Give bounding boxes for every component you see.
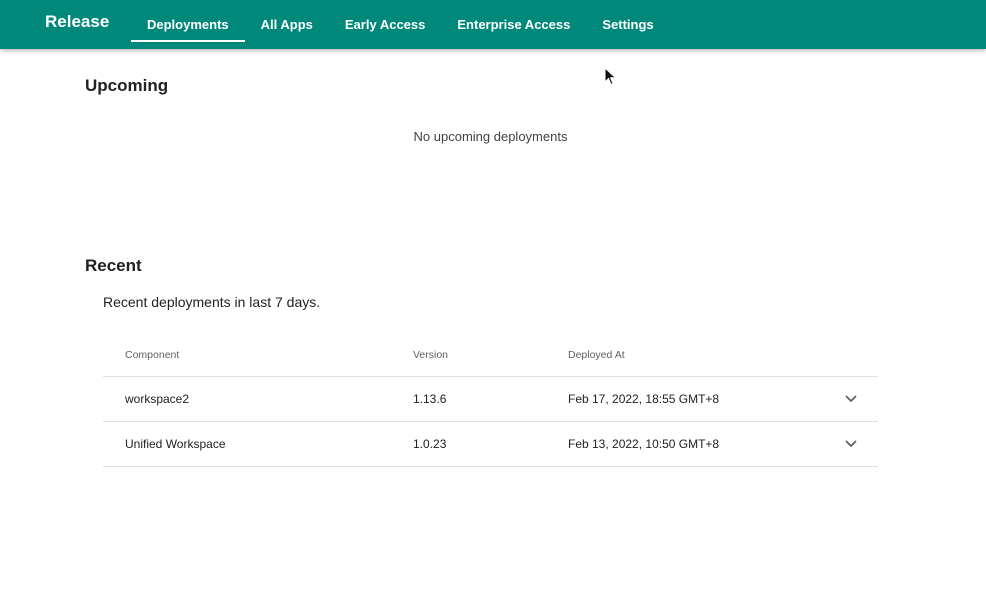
deployed-at-cell: Feb 13, 2022, 10:50 GMT+8	[568, 437, 720, 451]
column-header-version[interactable]: Version	[413, 333, 448, 376]
recent-title: Recent	[85, 256, 142, 275]
tab-settings[interactable]: Settings	[586, 0, 669, 49]
chevron-down-icon	[845, 395, 857, 402]
tab-enterprise-access[interactable]: Enterprise Access	[441, 0, 586, 49]
component-cell: workspace2	[125, 392, 190, 406]
column-header-deployed-at[interactable]: Deployed At	[568, 333, 625, 376]
tab-all-apps[interactable]: All Apps	[245, 0, 329, 49]
recent-deployments-table: Component Version Deployed At workspace2…	[103, 333, 878, 467]
recent-description: Recent deployments in last 7 days.	[103, 294, 321, 310]
version-cell: 1.0.23	[413, 437, 447, 451]
version-cell: 1.13.6	[413, 392, 447, 406]
table-row[interactable]: Unified Workspace 1.0.23 Feb 13, 2022, 1…	[103, 422, 878, 467]
mouse-pointer-icon	[604, 67, 617, 86]
tab-deployments[interactable]: Deployments	[131, 0, 245, 49]
deployed-at-cell: Feb 17, 2022, 18:55 GMT+8	[568, 392, 720, 406]
top-app-bar: Release Deployments All Apps Early Acces…	[0, 0, 986, 49]
upcoming-empty-message: No upcoming deployments	[413, 129, 568, 144]
column-header-component[interactable]: Component	[125, 333, 179, 376]
nav-tabs: Deployments All Apps Early Access Enterp…	[131, 0, 670, 49]
table-header-row: Component Version Deployed At	[103, 333, 878, 377]
tab-early-access[interactable]: Early Access	[329, 0, 441, 49]
component-cell: Unified Workspace	[125, 437, 226, 451]
app-title[interactable]: Release	[45, 11, 109, 33]
chevron-down-icon	[845, 440, 857, 447]
upcoming-title: Upcoming	[85, 76, 169, 95]
table-row[interactable]: workspace2 1.13.6 Feb 17, 2022, 18:55 GM…	[103, 377, 878, 422]
expand-row-button[interactable]	[842, 390, 860, 408]
expand-row-button[interactable]	[842, 435, 860, 453]
